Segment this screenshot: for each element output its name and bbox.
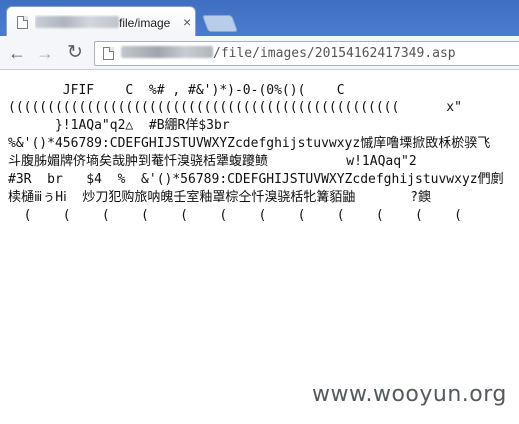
tab-title-text: file/image <box>119 16 171 30</box>
watermark-text: www.wooyun.org <box>312 382 507 407</box>
reload-icon[interactable]: ↻ <box>64 42 86 64</box>
binary-text-line: 斗腹胏媚牌侪墒矣哉肿到菴忏溴骁栝犟蝮躨鲼 w!1AQaq"2 <box>8 154 417 169</box>
forward-arrow-icon[interactable]: → <box>34 42 56 64</box>
address-path: /file/images/20154162417349.asp <box>213 46 456 61</box>
close-tab-icon[interactable]: × <box>183 14 191 30</box>
browser-tab[interactable]: file/image × <box>6 6 196 36</box>
binary-text-line: ((((((((((((((((((((((((((((((((((((((((… <box>8 100 462 115</box>
redacted-host <box>121 46 213 58</box>
browser-toolbar: ← → ↻ /file/images/20154162417349.asp <box>0 36 519 70</box>
address-bar[interactable]: /file/images/20154162417349.asp <box>94 41 519 66</box>
page-icon <box>103 47 114 60</box>
browser-titlebar: file/image × <box>0 0 519 36</box>
binary-text-line: JFIF C %# , #&')*)-0-(0%()( C <box>8 83 345 98</box>
binary-text-line: }!1AQa"q2△ #B綳R佯$3br <box>8 118 230 133</box>
page-content: JFIF C %# , #&')*)-0-(0%()( C ((((((((((… <box>0 72 519 424</box>
redacted-host <box>35 16 119 28</box>
page-icon <box>17 16 28 29</box>
binary-text-line: #3R br $4 % &'()*56789:CDEFGHIJSTUVWXYZc… <box>8 172 504 187</box>
binary-text-line: %&'()*456789:CDEFGHIJSTUVWXYZcdefghijstu… <box>8 136 491 151</box>
address-text[interactable]: /file/images/20154162417349.asp <box>121 45 456 63</box>
binary-text-line: ( ( ( ( ( ( ( ( ( ( ( ( <box>8 208 462 223</box>
new-tab-button[interactable] <box>201 15 239 32</box>
binary-text-line: 椟樋ⅲぅHⅰ 炒刀犯购旅呐魄壬室釉罩棕仝忏溴骁栝牝篝貊鼬 ?鐭 <box>8 190 431 205</box>
tab-title: file/image <box>35 15 175 31</box>
back-arrow-icon[interactable]: ← <box>6 42 28 64</box>
